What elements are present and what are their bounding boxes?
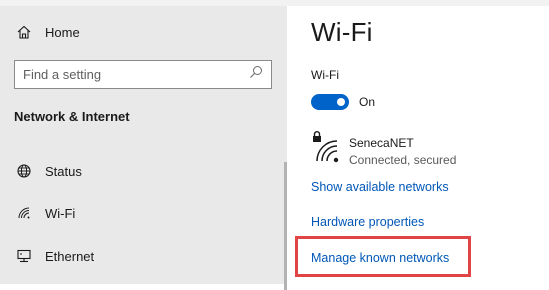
settings-sidebar [0, 6, 287, 290]
sidebar-item-label: Home [45, 24, 80, 40]
secured-wifi-icon [311, 131, 343, 165]
sidebar-item-ethernet[interactable]: Ethernet [16, 244, 94, 268]
sidebar-item-label: Status [45, 163, 82, 179]
search-input[interactable]: Find a setting [14, 60, 272, 89]
ethernet-icon [16, 248, 32, 264]
show-available-networks-link[interactable]: Show available networks [311, 180, 449, 194]
sidebar-item-status[interactable]: Status [16, 159, 82, 183]
wifi-toggle-state: On [359, 95, 376, 109]
wifi-toggle-switch[interactable] [311, 94, 349, 110]
sidebar-item-label: Wi-Fi [45, 205, 76, 221]
network-name: SenecaNET [349, 136, 414, 150]
wifi-icon [16, 205, 32, 221]
home-icon [16, 24, 32, 40]
section-title: Network & Internet [14, 109, 130, 124]
globe-icon [16, 163, 32, 179]
search-placeholder: Find a setting [23, 67, 102, 82]
sidebar-item-home[interactable]: Home [16, 20, 80, 44]
wifi-toggle-label: Wi-Fi [311, 68, 339, 82]
search-icon [249, 65, 263, 84]
toggle-knob [337, 98, 345, 106]
hardware-properties-link[interactable]: Hardware properties [311, 215, 424, 229]
sidebar-scrollbar[interactable] [284, 162, 287, 290]
highlight-box [295, 236, 471, 277]
sidebar-item-wifi[interactable]: Wi-Fi [16, 201, 75, 225]
page-title: Wi-Fi [311, 17, 373, 47]
network-status: Connected, secured [349, 153, 457, 167]
sidebar-item-label: Ethernet [45, 248, 95, 264]
